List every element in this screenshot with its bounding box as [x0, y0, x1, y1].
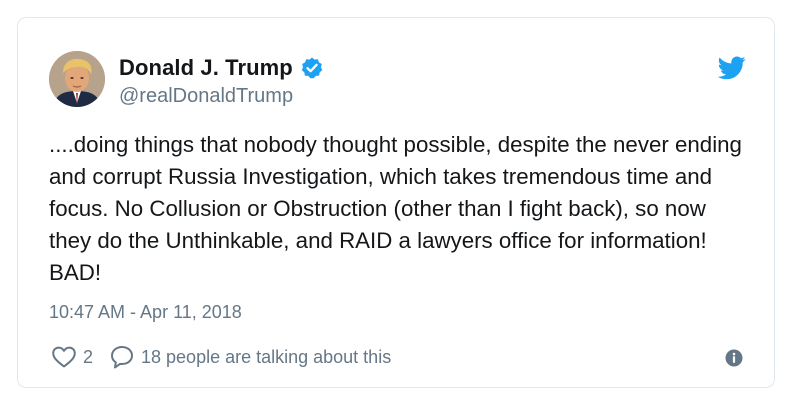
avatar-image — [49, 51, 105, 107]
info-icon[interactable] — [725, 349, 743, 367]
author-handle[interactable]: @realDonaldTrump — [119, 85, 293, 108]
verified-badge-icon — [300, 56, 324, 80]
tweet-card[interactable]: Donald J. Trump @realDonaldTrump ....doi… — [17, 17, 775, 388]
author-name[interactable]: Donald J. Trump — [119, 55, 293, 81]
avatar[interactable] — [49, 51, 105, 107]
author-row: Donald J. Trump — [119, 53, 324, 83]
twitter-bird-icon[interactable] — [717, 56, 746, 80]
heart-icon — [52, 346, 76, 368]
conversation-label: 18 people are talking about this — [141, 346, 392, 367]
like-button[interactable]: 2 — [51, 345, 93, 369]
speech-bubble-icon — [111, 346, 134, 369]
tweet-text: ....doing things that nobody thought pos… — [49, 132, 742, 285]
conversation-link[interactable]: 18 people are talking about this — [109, 344, 391, 370]
tweet-timestamp[interactable]: 10:47 AM - Apr 11, 2018 — [49, 302, 242, 323]
like-count: 2 — [83, 346, 94, 367]
tweet-actions: 2 18 people are talking about this — [51, 344, 391, 370]
